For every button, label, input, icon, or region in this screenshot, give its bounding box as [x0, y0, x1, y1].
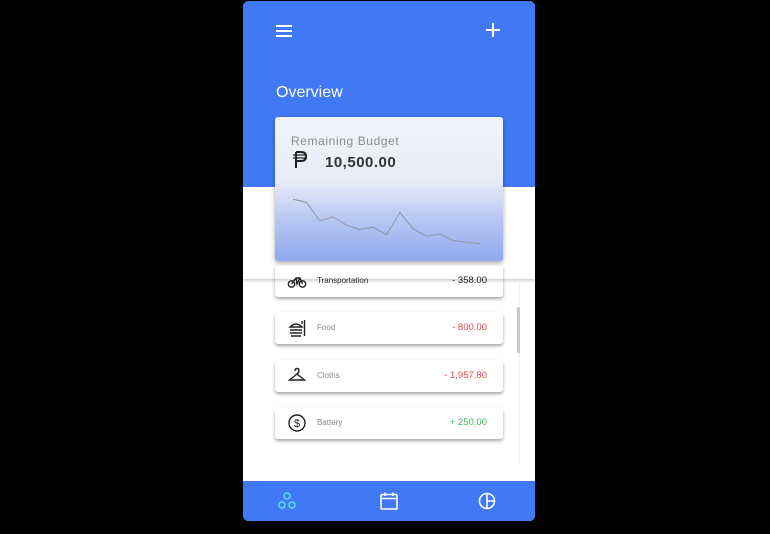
- trend-line: [292, 198, 481, 245]
- add-icon[interactable]: [484, 21, 502, 39]
- bottom-nav: [243, 481, 535, 521]
- list-item-amount: - 800.00: [452, 322, 487, 333]
- list-item-food[interactable]: Food - 800.00: [275, 312, 503, 344]
- calendar-icon[interactable]: [379, 491, 399, 511]
- budget-value: 10,500.00: [325, 154, 397, 171]
- page-title: Overview: [276, 84, 343, 101]
- app-screen: Overview Transportation - 358.00 Food - …: [243, 1, 535, 521]
- hanger-icon: [287, 367, 307, 381]
- list-item-amount: - 1,957.80: [444, 370, 487, 381]
- overview-icon[interactable]: [277, 491, 297, 511]
- list-item-label: Cloths: [317, 371, 340, 380]
- pie-chart-icon[interactable]: [477, 491, 497, 511]
- svg-text:$: $: [294, 418, 300, 430]
- scrollbar[interactable]: [517, 307, 520, 353]
- list-item-label: Battery: [317, 418, 343, 427]
- budget-label: Remaining Budget: [291, 134, 400, 148]
- divider-shadow: [243, 279, 535, 283]
- list-item-amount: + 250.00: [449, 417, 487, 428]
- peso-icon: [293, 151, 308, 168]
- burger-icon: [288, 320, 306, 337]
- menu-icon[interactable]: [276, 24, 294, 38]
- list-item-battery[interactable]: $ Battery + 250.00: [275, 407, 503, 439]
- dollar-icon: $: [288, 414, 306, 432]
- list-item-cloths[interactable]: Cloths - 1,957.80: [275, 360, 503, 392]
- budget-card[interactable]: Remaining Budget 10,500.00: [275, 117, 503, 261]
- list-item-label: Food: [317, 323, 336, 332]
